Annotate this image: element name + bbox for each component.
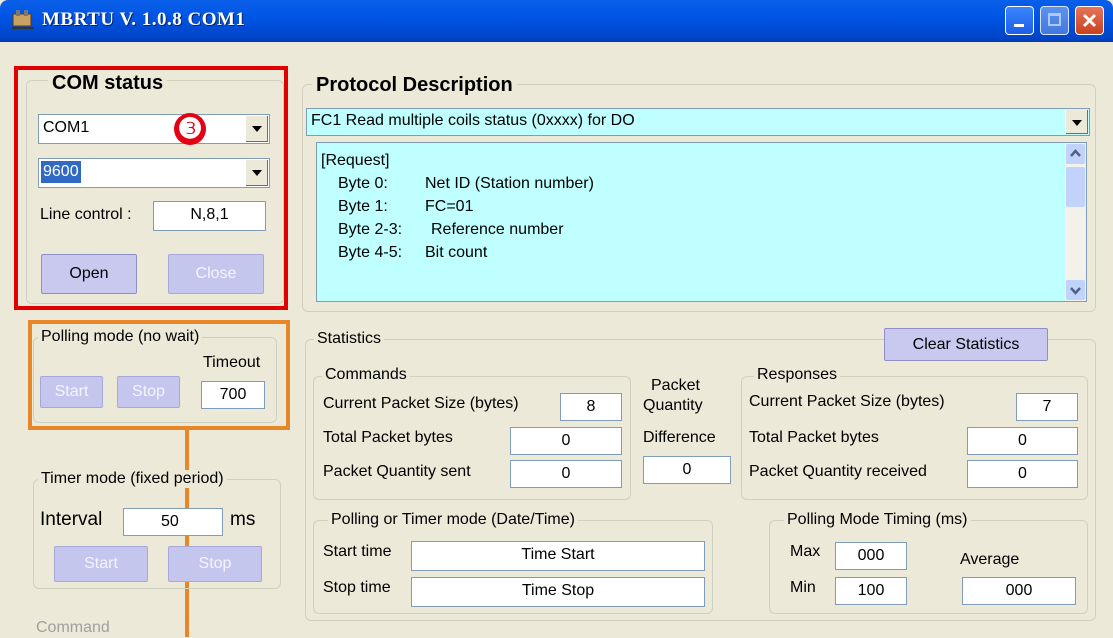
- request-line: Byte 2-3: Reference number: [338, 221, 564, 238]
- chevron-up-icon: [1070, 149, 1081, 157]
- datetime-title: Polling or Timer mode (Date/Time): [328, 511, 578, 529]
- chevron-down-icon[interactable]: [1065, 110, 1088, 134]
- min-field[interactable]: 100: [835, 577, 907, 605]
- resp-qty-received-field[interactable]: 0: [967, 460, 1078, 488]
- average-field[interactable]: 000: [962, 577, 1076, 605]
- difference-label-2: Quantity: [643, 397, 703, 414]
- close-button[interactable]: [1075, 6, 1104, 35]
- window-title: MBRTU V. 1.0.8 COM1: [42, 9, 246, 30]
- cmd-total-bytes-field[interactable]: 0: [510, 427, 622, 455]
- average-label: Average: [960, 551, 1020, 568]
- request-description-textarea[interactable]: [Request] Byte 0: Net ID (Station number)…: [316, 142, 1087, 302]
- timer-mode-title: Timer mode (fixed period): [38, 470, 227, 488]
- stop-time-label: Stop time: [323, 579, 391, 596]
- responses-title: Responses: [754, 366, 841, 384]
- statistics-title: Statistics: [314, 330, 385, 348]
- chevron-down-icon: [1070, 287, 1081, 295]
- cmd-total-bytes-label: Total Packet bytes: [323, 429, 453, 446]
- interval-label: Interval: [40, 509, 103, 530]
- stop-time-field[interactable]: Time Stop: [411, 577, 705, 607]
- interval-field[interactable]: 50: [123, 508, 223, 536]
- request-line: Byte 1: FC=01: [338, 198, 474, 215]
- highlight-box-red: [14, 66, 288, 310]
- close-icon: [1082, 13, 1097, 28]
- interval-unit: ms: [230, 509, 256, 530]
- request-text: [Request] Byte 0: Net ID (Station number)…: [321, 149, 594, 264]
- max-field[interactable]: 000: [835, 542, 907, 570]
- timer-start-button[interactable]: Start: [54, 546, 148, 582]
- difference-label-3: Difference: [643, 429, 716, 446]
- resp-total-bytes-label: Total Packet bytes: [749, 429, 879, 446]
- minimize-button[interactable]: [1005, 6, 1034, 35]
- cmd-current-size-label: Current Packet Size (bytes): [323, 395, 519, 412]
- scroll-up-button[interactable]: [1066, 144, 1085, 164]
- app-icon: [12, 10, 34, 29]
- maximize-button[interactable]: [1040, 6, 1069, 35]
- max-label: Max: [790, 543, 821, 560]
- request-line: Byte 0: Net ID (Station number): [338, 175, 594, 192]
- resp-total-bytes-field[interactable]: 0: [967, 427, 1078, 455]
- function-code-value: FC1 Read multiple coils status (0xxxx) f…: [311, 112, 635, 129]
- difference-field[interactable]: 0: [643, 456, 731, 484]
- cmd-qty-sent-label: Packet Quantity sent: [323, 463, 471, 480]
- start-time-label: Start time: [323, 543, 392, 560]
- request-line: Byte 4-5: Bit count: [338, 244, 488, 261]
- cmd-qty-sent-field[interactable]: 0: [510, 460, 622, 488]
- timing-title: Polling Mode Timing (ms): [784, 511, 971, 529]
- min-label: Min: [790, 579, 816, 596]
- resp-current-size-label: Current Packet Size (bytes): [749, 393, 945, 410]
- protocol-description-title: Protocol Description: [312, 72, 517, 98]
- resp-qty-received-label: Packet Quantity received: [749, 463, 927, 480]
- resp-current-size-field[interactable]: 7: [1016, 393, 1078, 421]
- function-code-select[interactable]: FC1 Read multiple coils status (0xxxx) f…: [306, 108, 1090, 136]
- clear-statistics-button[interactable]: Clear Statistics: [884, 328, 1048, 361]
- command-group-title: Command: [36, 619, 110, 636]
- timer-stop-button[interactable]: Stop: [168, 546, 262, 582]
- commands-title: Commands: [322, 366, 410, 384]
- scrollbar[interactable]: [1065, 143, 1086, 301]
- scroll-down-button[interactable]: [1066, 280, 1085, 300]
- start-time-field[interactable]: Time Start: [411, 541, 705, 571]
- scroll-thumb[interactable]: [1066, 167, 1085, 207]
- request-line: [Request]: [321, 152, 390, 169]
- highlight-box-orange: [28, 320, 290, 430]
- difference-label-1: Packet: [651, 377, 700, 394]
- cmd-current-size-field[interactable]: 8: [560, 393, 622, 421]
